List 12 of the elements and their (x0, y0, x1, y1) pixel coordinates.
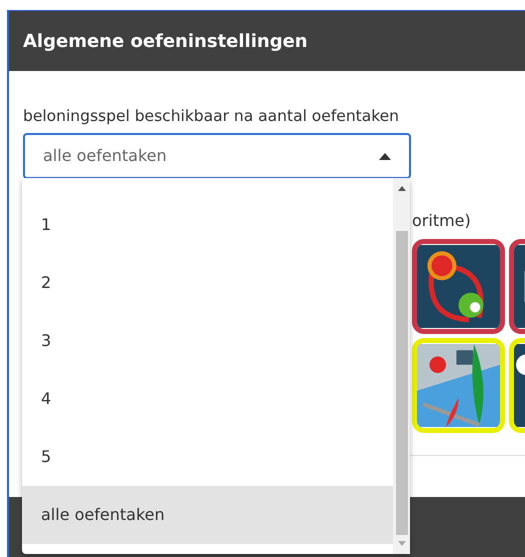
dropdown-option[interactable]: alle oefentaken (22, 486, 393, 544)
field-label: beloningsspel beschikbaar na aantal oefentaken (23, 106, 400, 127)
reward-select[interactable]: alle oefentaken (23, 133, 411, 180)
scrollbar-thumb[interactable] (396, 231, 408, 535)
section-caption: oritme) (412, 210, 471, 232)
scrollbar[interactable] (393, 178, 410, 554)
caret-icon (379, 152, 391, 160)
kayak-game-icon (417, 343, 500, 428)
orbit-game-icon (417, 244, 500, 330)
scroll-up-icon[interactable] (398, 186, 406, 191)
dialog-title: Algemene oefeninstellingen (23, 30, 308, 54)
game-tile[interactable] (412, 239, 505, 334)
